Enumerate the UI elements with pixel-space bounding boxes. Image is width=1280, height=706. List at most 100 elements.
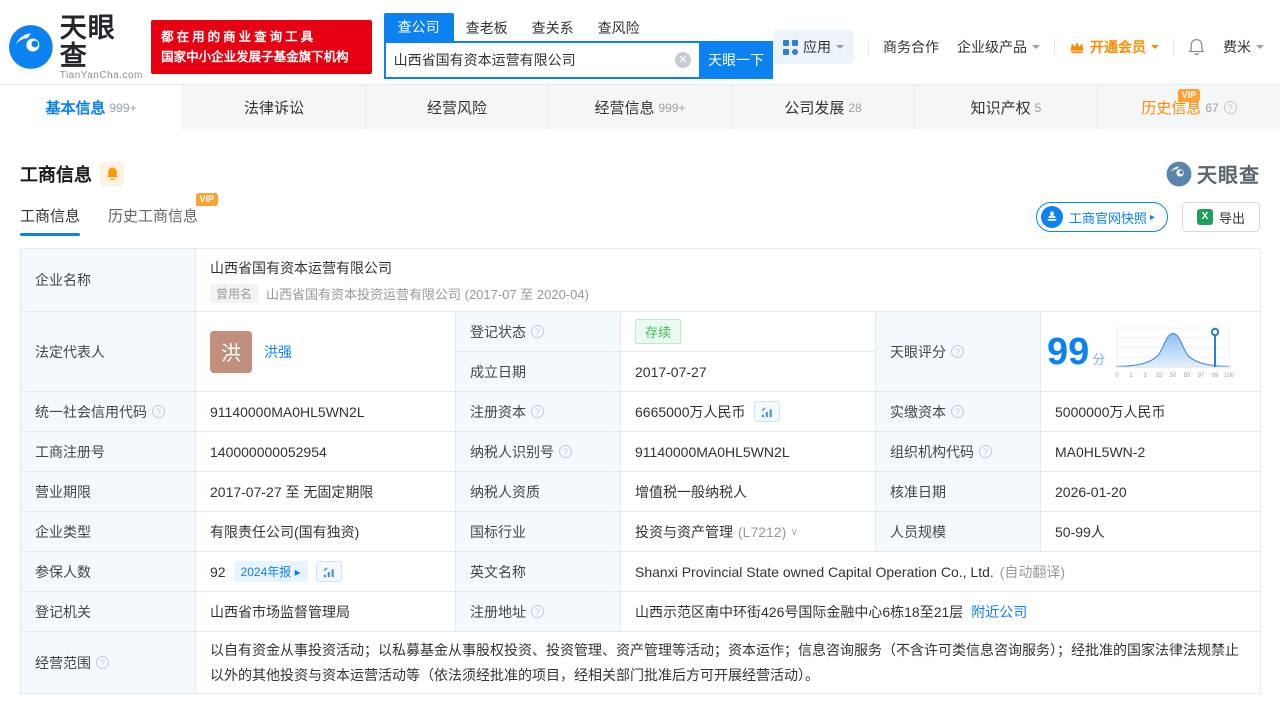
nav-open-vip-label: 开通会员: [1090, 39, 1146, 55]
label-text: 纳税人识别号: [470, 443, 554, 460]
svg-text:85: 85: [1184, 373, 1191, 379]
label-text: 登记状态: [470, 323, 526, 340]
company-name: 山西省国有资本运营有限公司: [210, 259, 392, 276]
nav-apps-label: 应用: [803, 39, 831, 55]
tab-operation-risk[interactable]: 经营风险: [366, 85, 549, 129]
tab-count: 5: [1034, 101, 1042, 115]
chevron-down-icon[interactable]: ∨: [790, 525, 798, 538]
help-icon[interactable]: ?: [1223, 100, 1237, 114]
divider: [1173, 39, 1174, 55]
help-icon[interactable]: ?: [559, 445, 572, 458]
help-icon[interactable]: ?: [531, 405, 544, 418]
score-cell: 99 分 0 1 3 15 50 85 97 99 100: [1041, 312, 1261, 392]
reg-status-cell: 存续: [621, 312, 876, 352]
subscribe-bell-button[interactable]: [100, 161, 124, 186]
field-label: 纳税人识别号 ?: [456, 432, 621, 472]
taxpayer-id: 91140000MA0HL5WN2L: [621, 432, 876, 472]
section-watermark-logo: 天眼查: [1166, 159, 1260, 188]
svg-text:15: 15: [1156, 373, 1163, 379]
tab-operation-info[interactable]: 经营信息 999+: [549, 85, 732, 129]
brand-name: 天眼查: [59, 12, 116, 71]
english-name-cell: Shanxi Provincial State owned Capital Op…: [621, 552, 1261, 592]
field-label: 工商注册号: [21, 432, 196, 472]
nav-enterprise-label: 企业级产品: [957, 39, 1027, 55]
score-unit: 分: [1092, 352, 1106, 367]
page-tab-bar: 基本信息 999+ 法律诉讼 经营风险 经营信息 999+ 公司发展 28 知识…: [0, 85, 1280, 129]
tab-label: 基本信息: [45, 99, 106, 117]
field-label: 登记机关: [21, 592, 196, 632]
help-icon[interactable]: ?: [531, 325, 544, 338]
vip-badge: VIP: [1177, 89, 1201, 102]
search-area: 查公司 查老板 查关系 查风险 ✕ 天眼一下: [383, 13, 773, 79]
help-icon[interactable]: ?: [951, 405, 964, 418]
status-badge: 存续: [635, 319, 682, 344]
help-icon[interactable]: ?: [152, 405, 165, 418]
svg-text:0: 0: [1116, 373, 1120, 379]
help-icon[interactable]: ?: [96, 656, 109, 669]
search-tab-risk[interactable]: 查风险: [586, 15, 652, 41]
help-icon[interactable]: ?: [979, 445, 992, 458]
establish-date: 2017-07-27: [621, 352, 876, 392]
english-name: Shanxi Provincial State owned Capital Op…: [635, 563, 994, 580]
chevron-down-icon: [1032, 45, 1040, 53]
annual-report-tag[interactable]: 2024年报 ▸: [233, 561, 308, 582]
search-clear-icon[interactable]: ✕: [675, 52, 691, 68]
field-label: 登记状态 ?: [456, 312, 621, 352]
company-type: 有限责任公司(国有独资): [196, 512, 456, 552]
tab-history-info[interactable]: VIP 历史信息 67 ?: [1098, 85, 1280, 129]
field-label: 注册资本 ?: [456, 392, 621, 432]
insured-trend-icon[interactable]: [315, 561, 342, 582]
help-icon[interactable]: ?: [951, 345, 964, 358]
address-cell: 山西示范区南中环街426号国际金融中心6栋18至21层 附近公司: [621, 592, 1261, 632]
nav-enterprise[interactable]: 企业级产品: [957, 37, 1040, 57]
subtab-history-business-info[interactable]: VIP 历史工商信息: [108, 193, 219, 236]
tab-count: 999+: [109, 101, 137, 115]
industry-name: 投资与资产管理: [635, 523, 733, 540]
subtab-business-info[interactable]: 工商信息: [20, 205, 81, 236]
notification-bell[interactable]: [1188, 38, 1205, 56]
vip-badge: VIP: [195, 193, 219, 206]
search-button[interactable]: 天眼一下: [699, 41, 773, 79]
org-code: MA0HL5WN-2: [1041, 432, 1261, 472]
tab-basic-info[interactable]: 基本信息 999+: [0, 85, 183, 129]
capital-trend-icon[interactable]: [753, 401, 780, 422]
field-label: 人员规模: [876, 512, 1041, 552]
auto-translate-note: (自动翻译): [999, 563, 1066, 580]
nav-open-vip[interactable]: 开通会员: [1069, 37, 1159, 57]
tianyancha-logo[interactable]: 天眼查 TianYanCha.com: [8, 14, 143, 81]
search-tab-relation[interactable]: 查关系: [520, 15, 586, 41]
field-label: 企业名称: [21, 249, 196, 312]
score-distribution-chart: 0 1 3 15 50 85 97 99 100: [1115, 327, 1235, 379]
tab-company-development[interactable]: 公司发展 28: [732, 85, 915, 129]
approval-date: 2026-01-20: [1041, 472, 1261, 512]
field-label: 英文名称: [456, 552, 621, 592]
watermark-text: 天眼查: [1197, 165, 1260, 187]
nav-apps[interactable]: 应用: [773, 30, 854, 64]
nav-cooperation[interactable]: 商务合作: [883, 37, 939, 57]
staff-size: 50-99人: [1041, 512, 1261, 552]
tab-label: 经营信息: [594, 99, 655, 117]
chevron-down-icon: [836, 45, 844, 53]
legal-rep-link[interactable]: 洪强: [264, 342, 292, 362]
tab-intellectual-property[interactable]: 知识产权 5: [915, 85, 1098, 129]
chevron-down-icon: [1256, 45, 1264, 53]
nearby-companies-link[interactable]: 附近公司: [971, 602, 1027, 622]
search-input[interactable]: [385, 52, 675, 68]
official-snapshot-button[interactable]: 工商官网快照 ▸: [1035, 202, 1168, 232]
user-name: 费米: [1223, 39, 1251, 55]
legal-rep-avatar[interactable]: 洪: [210, 330, 252, 373]
tab-legal-proceedings[interactable]: 法律诉讼: [183, 85, 366, 129]
user-menu[interactable]: 费米: [1223, 37, 1264, 57]
search-tab-boss[interactable]: 查老板: [454, 15, 520, 41]
arrow-right-icon: ▸: [1149, 211, 1155, 223]
address-text: 山西示范区南中环街426号国际金融中心6栋18至21层: [635, 603, 964, 620]
credit-code: 91140000MA0HL5WN2L: [196, 392, 456, 432]
help-icon[interactable]: ?: [531, 605, 544, 618]
search-tab-company[interactable]: 查公司: [383, 13, 454, 41]
promo-banner: 都在用的商业查询工具 国家中小企业发展子基金旗下机构: [151, 20, 372, 74]
label-text: 组织机构代码: [890, 443, 974, 460]
export-button[interactable]: X 导出: [1181, 202, 1260, 232]
field-label: 营业期限: [21, 472, 196, 512]
section-title: 工商信息: [20, 164, 92, 185]
chevron-down-icon: [1151, 45, 1159, 53]
